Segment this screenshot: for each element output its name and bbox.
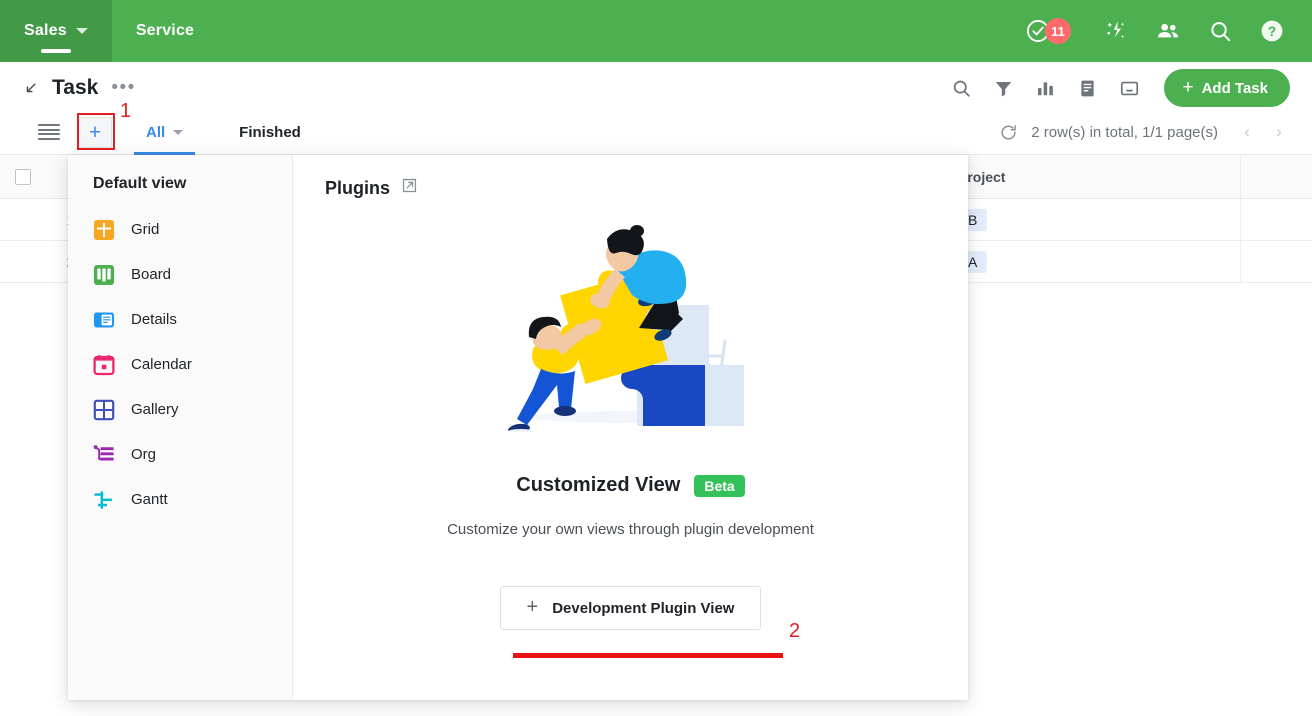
- header-project: Project: [958, 168, 1006, 185]
- row-count-text: 2 row(s) in total, 1/1 page(s): [1031, 123, 1218, 141]
- row-tail: [1240, 199, 1312, 240]
- magic-wand-icon[interactable]: [1090, 0, 1142, 62]
- plus-icon: +: [1182, 76, 1194, 98]
- customized-view-subtitle: Customize your own views through plugin …: [447, 521, 814, 538]
- org-view-icon: [93, 444, 115, 466]
- view-item-board[interactable]: Board: [68, 252, 292, 297]
- view-item-gantt[interactable]: Gantt: [68, 477, 292, 522]
- row-tail: [1240, 241, 1312, 282]
- collapse-arrow-icon[interactable]: [18, 75, 44, 101]
- chart-icon[interactable]: [1024, 68, 1066, 108]
- topbar-tab-sales[interactable]: Sales: [0, 0, 112, 62]
- topbar-tab-sales-label: Sales: [24, 22, 67, 39]
- page-title: Task: [52, 76, 99, 99]
- search-icon[interactable]: [940, 68, 982, 108]
- notification-badge: 11: [1045, 18, 1071, 44]
- next-page-button[interactable]: ›: [1268, 119, 1290, 145]
- table-meta: 2 row(s) in total, 1/1 page(s) ‹ ›: [993, 117, 1290, 147]
- details-view-icon: [93, 309, 115, 331]
- select-all-checkbox[interactable]: [0, 168, 46, 185]
- add-task-button[interactable]: + Add Task: [1164, 69, 1290, 107]
- topbar-tab-service[interactable]: Service: [112, 0, 218, 62]
- view-item-gallery[interactable]: Gallery: [68, 387, 292, 432]
- chevron-down-icon: [75, 28, 88, 34]
- prev-page-button[interactable]: ‹: [1236, 119, 1258, 145]
- gallery-view-icon: [93, 399, 115, 421]
- development-plugin-view-button[interactable]: + Development Plugin View: [499, 586, 762, 630]
- chevron-down-icon: [173, 129, 184, 135]
- plus-icon: +: [526, 596, 539, 618]
- tab-finished-label: Finished: [239, 123, 301, 141]
- row-project-cell: A: [940, 250, 1240, 273]
- board-view-icon: [93, 264, 115, 286]
- list-icon[interactable]: [38, 124, 60, 140]
- view-item-label: Details: [131, 311, 177, 328]
- view-item-org[interactable]: Org: [68, 432, 292, 477]
- refresh-icon[interactable]: [993, 117, 1023, 147]
- task-header-bar: Task ••• + Add Task: [0, 62, 1312, 114]
- view-item-label: Gallery: [131, 401, 179, 418]
- plugins-pane: Plugins Customized View Beta Customize y…: [293, 155, 968, 700]
- customized-view-heading-row: Customized View Beta: [325, 474, 936, 497]
- dev-plugin-button-row: + Development Plugin View: [325, 586, 936, 630]
- customized-view-title: Customized View: [516, 474, 681, 496]
- add-view-button[interactable]: +: [78, 116, 112, 148]
- more-options-icon[interactable]: •••: [111, 78, 135, 97]
- external-link-icon[interactable]: [401, 177, 418, 199]
- row-project-cell: B: [940, 208, 1240, 231]
- header-tail: [1240, 155, 1312, 198]
- plugins-title: Plugins: [325, 177, 391, 198]
- calendar-view-icon: [93, 354, 115, 376]
- development-plugin-view-label: Development Plugin View: [552, 599, 735, 617]
- tab-finished[interactable]: Finished: [235, 110, 305, 155]
- annotation-underline-2: [513, 653, 783, 658]
- filter-tabs: All Finished: [133, 110, 305, 155]
- people-icon[interactable]: [1142, 0, 1194, 62]
- view-item-grid[interactable]: Grid: [68, 207, 292, 252]
- add-task-label: Add Task: [1201, 79, 1268, 97]
- filter-icon[interactable]: [982, 68, 1024, 108]
- view-item-details[interactable]: Details: [68, 297, 292, 342]
- view-item-label: Org: [131, 446, 157, 463]
- view-item-label: Gantt: [131, 491, 168, 508]
- grid-view-icon: [93, 219, 115, 241]
- help-icon[interactable]: ?: [1246, 0, 1298, 62]
- annotation-label-2: 2: [789, 620, 801, 642]
- archive-icon[interactable]: [1108, 68, 1150, 108]
- beta-badge: Beta: [694, 474, 745, 497]
- view-item-label: Calendar: [131, 356, 192, 373]
- global-topbar: Sales Service 11 ?: [0, 0, 1312, 62]
- view-item-label: Board: [131, 266, 172, 283]
- svg-text:?: ?: [1268, 24, 1276, 39]
- topbar-tab-service-label: Service: [135, 22, 195, 39]
- check-circle-icon[interactable]: 11: [1012, 0, 1071, 62]
- default-view-list: Default view Grid Board Details Calendar…: [68, 155, 293, 700]
- tab-all[interactable]: All: [133, 110, 196, 155]
- view-picker-panel: Default view Grid Board Details Calendar…: [68, 155, 968, 700]
- app-root: Sales Service 11 ? Task ••• + Add Task +…: [0, 0, 1312, 716]
- view-item-label: Grid: [131, 221, 160, 238]
- default-view-heading: Default view: [93, 175, 187, 192]
- pagination: ‹ ›: [1236, 119, 1290, 145]
- search-icon[interactable]: [1194, 0, 1246, 62]
- plugins-header: Plugins: [325, 177, 936, 199]
- document-icon[interactable]: [1066, 68, 1108, 108]
- view-item-calendar[interactable]: Calendar: [68, 342, 292, 387]
- puzzle-teamwork-illustration: [325, 217, 936, 432]
- tab-all-label: All: [146, 123, 166, 141]
- view-tab-bar: + All Finished 2 row(s) in total, 1/1 pa…: [0, 110, 1312, 155]
- gantt-view-icon: [93, 489, 115, 511]
- topbar-icon-group: 11 ?: [1012, 0, 1312, 62]
- annotation-label-1: 1: [120, 100, 132, 122]
